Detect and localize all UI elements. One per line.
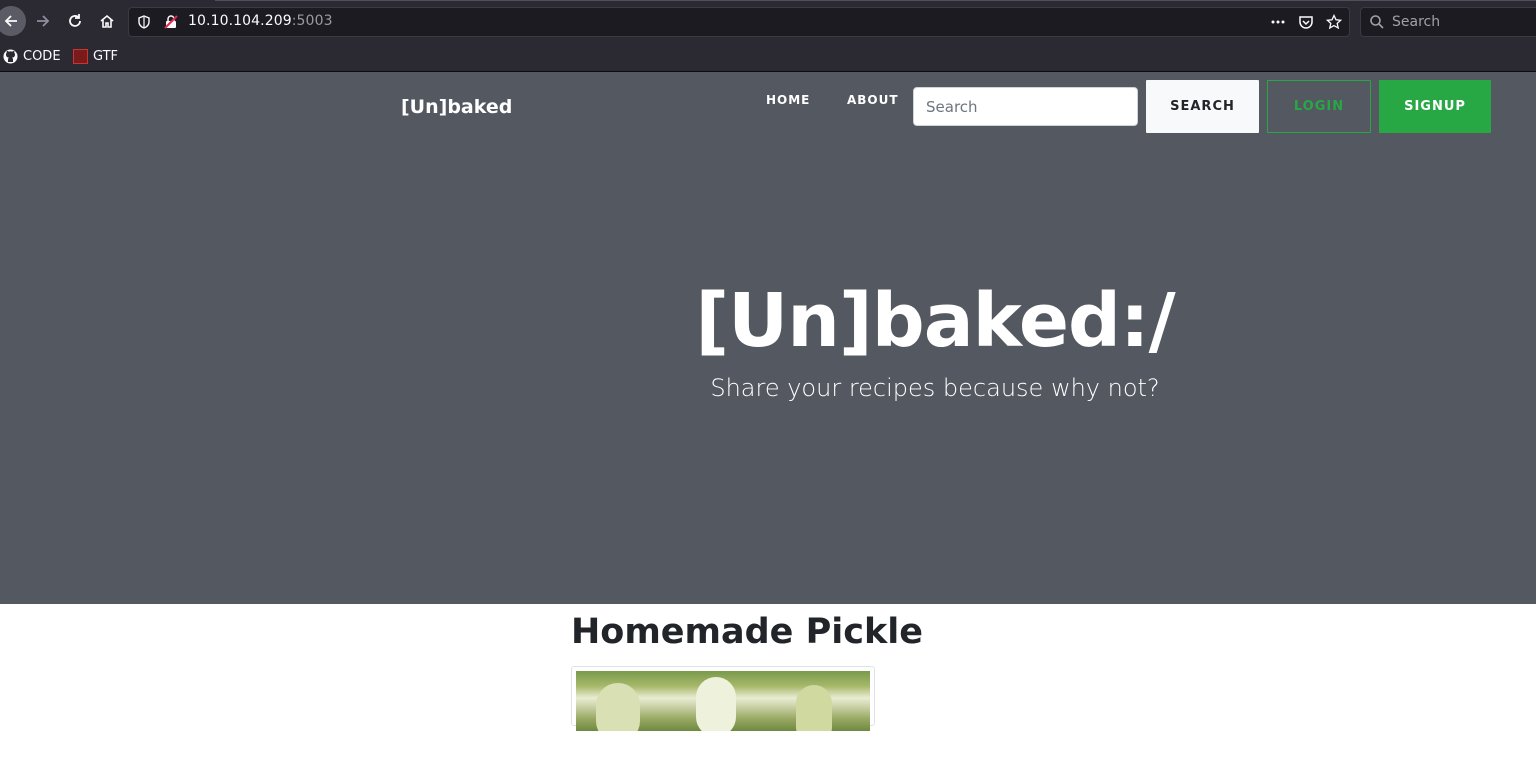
github-icon bbox=[3, 49, 18, 64]
url-host: 10.10.104.209 bbox=[188, 13, 292, 29]
browser-toolbar: 10.10.104.209:5003 Search bbox=[0, 0, 1536, 43]
more-actions-icon[interactable] bbox=[1270, 14, 1286, 30]
signup-button[interactable]: SIGNUP bbox=[1379, 80, 1491, 133]
url-text[interactable]: 10.10.104.209:5003 bbox=[188, 13, 333, 29]
back-button[interactable] bbox=[0, 6, 26, 36]
bookmarks-bar: CODE GTF bbox=[0, 43, 1536, 72]
recipe-title[interactable]: Homemade Pickle bbox=[571, 612, 923, 652]
hero-subtitle: Share your recipes because why not? bbox=[710, 374, 1160, 402]
home-icon bbox=[100, 14, 114, 28]
shield-icon[interactable] bbox=[136, 14, 152, 30]
site-brand[interactable]: [Un]baked bbox=[401, 96, 512, 118]
login-button[interactable]: LOGIN bbox=[1267, 80, 1371, 133]
url-port: :5003 bbox=[291, 13, 333, 29]
hero-section: [Un]baked HOME ABOUT SEARCH LOGIN SIGNUP… bbox=[0, 72, 1536, 604]
search-icon bbox=[1370, 15, 1384, 29]
insecure-lock-icon[interactable] bbox=[163, 14, 179, 30]
nav-about-link[interactable]: ABOUT bbox=[847, 93, 899, 107]
browser-search-box[interactable]: Search bbox=[1360, 7, 1536, 37]
nav-home-link[interactable]: HOME bbox=[766, 93, 810, 107]
bookmark-gtf[interactable]: GTF bbox=[73, 49, 118, 64]
back-arrow-icon bbox=[4, 15, 17, 27]
tab-strip-edge bbox=[215, 0, 1536, 1]
forward-button[interactable] bbox=[28, 6, 58, 36]
hero-title: [Un]baked:/ bbox=[695, 278, 1175, 364]
reload-icon bbox=[69, 14, 81, 27]
pocket-icon[interactable] bbox=[1298, 14, 1314, 30]
pickle-shape bbox=[696, 677, 736, 731]
url-bar[interactable]: 10.10.104.209:5003 bbox=[128, 7, 1350, 37]
gtf-icon bbox=[73, 49, 88, 64]
bookmark-gtf-label: GTF bbox=[93, 49, 119, 64]
search-button[interactable]: SEARCH bbox=[1146, 80, 1259, 133]
bookmark-code[interactable]: CODE bbox=[3, 49, 61, 64]
browser-search-placeholder: Search bbox=[1392, 14, 1441, 30]
pickle-shape bbox=[596, 683, 640, 731]
web-page: [Un]baked HOME ABOUT SEARCH LOGIN SIGNUP… bbox=[0, 72, 1536, 782]
home-button[interactable] bbox=[92, 6, 122, 36]
site-search-input[interactable] bbox=[913, 87, 1138, 126]
bookmark-code-label: CODE bbox=[23, 49, 61, 64]
recipe-image[interactable] bbox=[576, 671, 870, 731]
bookmark-star-icon[interactable] bbox=[1326, 14, 1342, 30]
pickle-shape bbox=[796, 685, 832, 731]
forward-arrow-icon bbox=[37, 15, 50, 27]
reload-button[interactable] bbox=[60, 6, 90, 36]
recipe-card[interactable] bbox=[571, 666, 875, 731]
